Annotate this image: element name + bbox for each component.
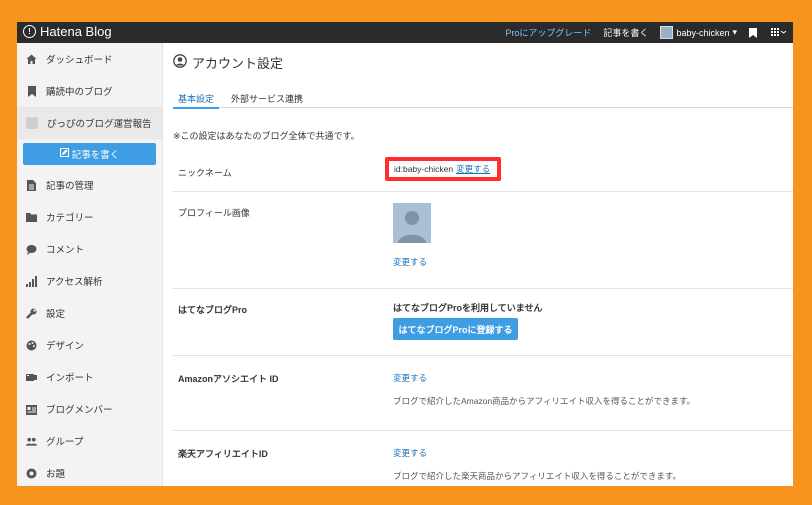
avatar	[660, 26, 674, 39]
settings-tabs: 基本設定 外部サービス連携	[173, 87, 793, 109]
amazon-row: Amazonアソシエイト ID 変更する ブログで紹介したAmazon商品からア…	[173, 355, 793, 431]
change-nickname-link[interactable]: 変更する	[456, 163, 490, 175]
sidebar-item-label: アクセス解析	[46, 277, 103, 288]
profile-image	[393, 203, 431, 243]
write-article-link[interactable]: 記事を書く	[603, 26, 648, 39]
tab-basic-settings[interactable]: 基本設定	[173, 92, 219, 109]
sidebar-item-groups[interactable]: グループ	[17, 425, 162, 457]
sidebar-item-label: 記事の管理	[46, 181, 94, 192]
members-icon	[26, 404, 37, 415]
bookmark-icon	[26, 85, 37, 97]
register-pro-button[interactable]: はてなブログProに登録する	[393, 318, 518, 340]
profile-image-label: プロフィール画像	[178, 208, 250, 218]
amazon-description: ブログで紹介したAmazon商品からアフィリエイト収入を得ることができます。	[393, 396, 696, 406]
write-article-button[interactable]: 記事を書く	[23, 143, 156, 165]
comment-icon	[26, 244, 37, 255]
user-circle-icon	[173, 54, 187, 71]
sidebar-item-label: ダッシュボード	[46, 55, 113, 66]
folder-icon	[26, 212, 37, 223]
hatena-logo-icon: !	[23, 25, 36, 38]
top-bar: ! Hatena Blog Proにアップグレード 記事を書く baby-chi…	[17, 22, 793, 43]
sidebar-item-label: グループ	[46, 437, 84, 448]
change-amazon-link[interactable]: 変更する	[393, 372, 427, 384]
sidebar-item-articles[interactable]: 記事の管理	[17, 169, 162, 201]
page-title-text: アカウント設定	[192, 56, 284, 71]
nickname-id: id:baby-chicken	[394, 164, 454, 174]
tab-external-services[interactable]: 外部サービス連携	[231, 92, 303, 105]
sidebar-item-label: 購読中のブログ	[46, 87, 113, 98]
sidebar-item-settings[interactable]: 設定	[17, 297, 162, 329]
topic-icon	[26, 468, 37, 479]
pro-label: はてなブログPro	[178, 305, 248, 315]
write-button-label: 記事を書く	[71, 150, 120, 161]
sidebar-blog-name[interactable]: ぴっぴのブログ運営報告	[17, 107, 162, 139]
blog-icon	[26, 117, 38, 129]
group-icon	[26, 436, 37, 447]
edit-icon	[59, 148, 69, 160]
hatena-blog-logo[interactable]: ! Hatena Blog	[23, 24, 112, 39]
sidebar-item-label: 設定	[46, 309, 66, 320]
sidebar-item-categories[interactable]: カテゴリー	[17, 201, 162, 233]
sidebar-item-import[interactable]: インポート	[17, 361, 162, 393]
browser-frame: ! Hatena Blog Proにアップグレード 記事を書く baby-chi…	[17, 22, 793, 486]
sidebar-item-label: インポート	[46, 373, 94, 384]
rakuten-label: 楽天アフィリエイトID	[178, 449, 268, 459]
change-profile-image-link[interactable]: 変更する	[393, 256, 427, 268]
sidebar-item-label: ブログメンバー	[46, 405, 113, 416]
sidebar-item-label: カテゴリー	[46, 213, 94, 224]
profile-image-row: プロフィール画像 変更する	[173, 191, 793, 289]
sidebar-item-design[interactable]: デザイン	[17, 329, 162, 361]
document-icon	[26, 179, 37, 191]
nickname-highlight-box: id:baby-chicken 変更する	[385, 157, 501, 181]
user-menu[interactable]: baby-chicken ▾	[660, 26, 737, 39]
amazon-label: Amazonアソシエイト ID	[178, 374, 279, 384]
chevron-down-icon: ▾	[732, 27, 737, 37]
top-right-nav: Proにアップグレード 記事を書く baby-chicken ▾	[505, 22, 787, 43]
settings-note: ※この設定はあなたのブログ全体で共通です。	[173, 131, 360, 141]
palette-icon	[26, 340, 37, 351]
bar-chart-icon	[26, 275, 37, 287]
sidebar-item-label: デザイン	[46, 341, 85, 352]
wrench-icon	[26, 308, 37, 319]
change-rakuten-link[interactable]: 変更する	[393, 447, 427, 459]
nickname-label: ニックネーム	[178, 168, 232, 178]
username: baby-chicken	[676, 27, 730, 38]
sidebar-item-label: コメント	[46, 245, 85, 256]
sidebar: ダッシュボード 購読中のブログ ぴっぴのブログ運営報告 記事を書く 記事の管理	[17, 43, 163, 486]
sidebar-item-analytics[interactable]: アクセス解析	[17, 265, 162, 297]
pro-status-text: はてなブログProを利用していません	[393, 303, 543, 313]
blog-name-label: ぴっぴのブログ運営報告	[47, 119, 152, 130]
home-icon	[26, 54, 37, 65]
bookmark-icon[interactable]	[749, 27, 759, 38]
nickname-row: ニックネーム id:baby-chicken 変更する	[173, 150, 793, 192]
logo-text: Hatena Blog	[40, 24, 112, 39]
apps-grid-icon[interactable]	[771, 27, 787, 38]
sidebar-item-members[interactable]: ブログメンバー	[17, 393, 162, 425]
rakuten-description: ブログで紹介した楽天商品からアフィリエイト収入を得ることができます。	[393, 471, 681, 481]
sidebar-item-comments[interactable]: コメント	[17, 233, 162, 265]
sidebar-item-subscriptions[interactable]: 購読中のブログ	[17, 75, 162, 107]
sidebar-item-topics[interactable]: お題	[17, 457, 162, 486]
upgrade-link[interactable]: Proにアップグレード	[505, 26, 591, 39]
sidebar-item-dashboard[interactable]: ダッシュボード	[17, 43, 162, 75]
main-content: アカウント設定 基本設定 外部サービス連携 ※この設定はあなたのブログ全体で共通…	[163, 43, 793, 486]
import-icon	[26, 372, 37, 383]
sidebar-item-label: お題	[46, 469, 66, 480]
page-title: アカウント設定	[173, 53, 283, 72]
pro-row: はてなブログPro はてなブログProを利用していません はてなブログProに登…	[173, 288, 793, 356]
rakuten-row: 楽天アフィリエイトID 変更する ブログで紹介した楽天商品からアフィリエイト収入…	[173, 430, 793, 486]
